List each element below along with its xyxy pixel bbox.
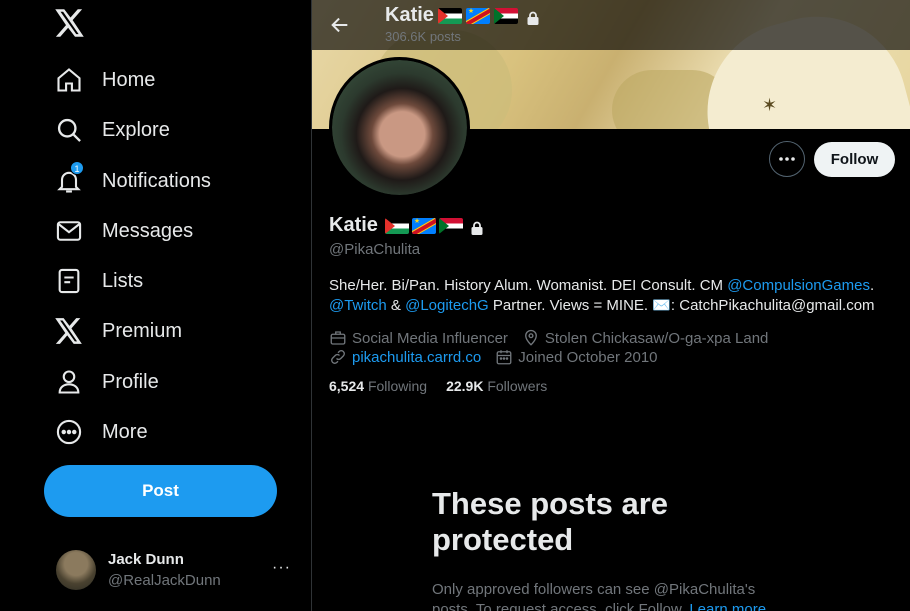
following-label: Following xyxy=(367,378,428,394)
nav-messages-label: Messages xyxy=(102,219,194,242)
bio-text: Partner. Views = MINE. ✉️: CatchPikachul… xyxy=(488,297,875,314)
lock-icon xyxy=(470,219,484,235)
profile-category: Social Media Influencer xyxy=(329,329,508,347)
profile-stats: 6,524 Following 22.9K Followers xyxy=(329,378,547,394)
nav-premium-label: Premium xyxy=(102,319,183,342)
nav-more-label: More xyxy=(102,420,148,443)
account-handle: @RealJackDunn xyxy=(108,572,221,589)
profile-display-name: Katie xyxy=(329,214,484,237)
palestine-flag-icon xyxy=(384,217,409,234)
bio-mention-twitch[interactable]: @Twitch xyxy=(329,297,387,314)
link-icon xyxy=(331,350,345,364)
nav-explore-label: Explore xyxy=(102,118,170,141)
profile-joined: Joined October 2010 xyxy=(495,348,658,366)
nav-lists-label: Lists xyxy=(102,269,144,292)
home-icon xyxy=(55,66,83,94)
protected-notice: These posts are protected Only approved … xyxy=(432,486,792,611)
account-more-icon[interactable]: ··· xyxy=(272,559,291,577)
nav-messages[interactable]: Messages xyxy=(55,211,193,251)
header-post-count: 306.6K posts xyxy=(385,29,461,44)
nav-more[interactable]: More xyxy=(55,412,148,452)
profile-meta-row: Social Media Influencer Stolen Chickasaw… xyxy=(329,328,782,348)
ellipsis-icon xyxy=(779,157,795,161)
nav-premium[interactable]: Premium xyxy=(55,311,182,351)
sudan-flag-icon xyxy=(438,217,463,234)
bio-text: She/Her. Bi/Pan. History Alum. Womanist.… xyxy=(329,277,728,294)
account-switcher[interactable]: Jack Dunn @RealJackDunn ··· xyxy=(56,549,296,591)
bio-mention-compulsiongames[interactable]: @CompulsionGames xyxy=(727,277,870,294)
nav-home[interactable]: Home xyxy=(55,60,155,100)
followers-label: Followers xyxy=(487,378,548,394)
mail-icon xyxy=(55,217,83,245)
following-count: 6,524 xyxy=(329,378,365,394)
header-title: Katie xyxy=(385,4,540,27)
post-button[interactable]: Post xyxy=(44,465,277,517)
nav-notifications-label: Notifications xyxy=(102,169,211,192)
profile-avatar[interactable] xyxy=(329,57,470,198)
learn-more-link[interactable]: Learn more xyxy=(689,601,766,611)
palestine-flag-icon xyxy=(437,7,462,24)
account-name: Jack Dunn xyxy=(108,551,184,568)
lock-icon xyxy=(526,9,540,25)
category-text: Social Media Influencer xyxy=(352,329,508,347)
profile-username: @PikaChulita xyxy=(329,241,421,258)
list-icon xyxy=(55,267,83,295)
bell-icon: 1 xyxy=(55,161,84,195)
profile-photo xyxy=(332,60,467,195)
dr-congo-flag-icon xyxy=(465,7,490,24)
x-logo-icon xyxy=(55,317,83,345)
bio-text: . xyxy=(869,277,875,294)
more-circle-icon xyxy=(55,418,83,446)
followers-count: 22.9K xyxy=(446,378,484,394)
header-name: Katie xyxy=(385,4,434,26)
nav-explore[interactable]: Explore xyxy=(55,110,170,150)
banner-star-icon: ✶ xyxy=(762,95,778,115)
profile-column: ✶ Katie 306.6K posts Follow Katie @Pik xyxy=(311,0,910,611)
follow-button[interactable]: Follow xyxy=(814,142,895,177)
website-link[interactable]: pikachulita.carrd.co xyxy=(352,349,481,366)
bio-mention-logitechg[interactable]: @LogitechG xyxy=(405,297,489,314)
following-stat[interactable]: 6,524 Following xyxy=(329,378,427,394)
nav-notifications[interactable]: 1 Notifications xyxy=(55,161,211,201)
location-text: Stolen Chickasaw/O-ga-xpa Land xyxy=(544,329,769,347)
display-name-text: Katie xyxy=(329,214,378,236)
sidebar: Home Explore 1 Notifications Messages Li… xyxy=(0,0,311,611)
nav-home-label: Home xyxy=(102,68,156,91)
search-icon xyxy=(55,116,83,144)
calendar-icon xyxy=(496,350,512,365)
profile-location: Stolen Chickasaw/O-ga-xpa Land xyxy=(522,329,768,347)
account-avatar xyxy=(56,550,96,590)
sudan-flag-icon xyxy=(493,7,518,24)
dr-congo-flag-icon xyxy=(411,217,436,234)
back-arrow-icon[interactable] xyxy=(329,14,351,36)
person-icon xyxy=(55,368,83,396)
location-pin-icon xyxy=(524,329,537,346)
profile-header-bar: Katie 306.6K posts xyxy=(312,0,910,50)
nav-profile[interactable]: Profile xyxy=(55,362,159,402)
profile-website[interactable]: pikachulita.carrd.co xyxy=(329,348,481,366)
x-logo-icon[interactable] xyxy=(55,9,85,39)
protected-text: Only approved followers can see @PikaChu… xyxy=(432,580,792,611)
more-options-button[interactable] xyxy=(769,141,805,177)
briefcase-icon xyxy=(330,331,346,345)
protected-title: These posts are protected xyxy=(432,486,669,557)
profile-meta-row-2: pikachulita.carrd.co Joined October 2010 xyxy=(329,347,672,367)
notification-badge: 1 xyxy=(70,161,84,175)
profile-bio: She/Her. Bi/Pan. History Alum. Womanist.… xyxy=(329,276,899,316)
followers-stat[interactable]: 22.9K Followers xyxy=(446,378,547,394)
bio-text: & xyxy=(386,297,406,314)
nav-lists[interactable]: Lists xyxy=(55,261,143,301)
joined-text: Joined October 2010 xyxy=(518,348,658,366)
nav-profile-label: Profile xyxy=(102,370,159,393)
